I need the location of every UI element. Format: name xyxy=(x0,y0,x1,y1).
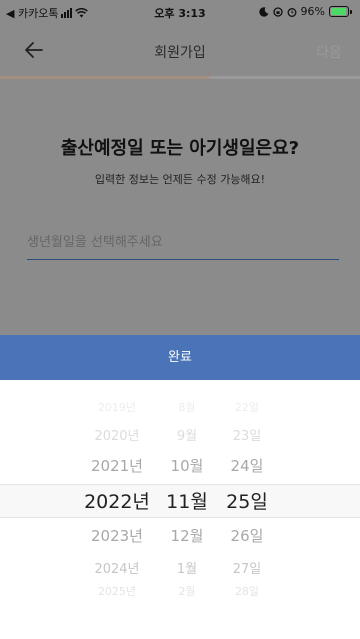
next-button[interactable]: 다음 xyxy=(316,42,342,62)
day-option[interactable]: 23일 xyxy=(220,425,274,444)
day-option[interactable]: 22일 xyxy=(220,399,274,415)
battery-icon xyxy=(329,6,352,17)
birthdate-placeholder: 생년월일을 선택해주세요 xyxy=(27,235,163,250)
rotation-lock-icon xyxy=(272,6,283,17)
status-right: 96% xyxy=(258,5,352,18)
battery-percent: 96% xyxy=(300,5,325,18)
day-option[interactable]: 25일 xyxy=(220,487,274,514)
month-option[interactable]: 12월 xyxy=(162,525,212,546)
month-wheel[interactable]: 8월 9월 10월 11월 12월 1월 2월 xyxy=(162,380,212,639)
month-option[interactable]: 9월 xyxy=(162,425,212,444)
year-option[interactable]: 2019년 xyxy=(82,399,152,415)
question-heading: 출산예정일 또는 아기생일은요? xyxy=(60,138,300,159)
month-option[interactable]: 1월 xyxy=(162,558,212,577)
month-option[interactable]: 11월 xyxy=(162,487,212,514)
year-option[interactable]: 2023년 xyxy=(82,525,152,546)
day-option[interactable]: 27일 xyxy=(220,558,274,577)
nav-bar: 회원가입 다음 xyxy=(0,28,360,74)
page-title: 회원가입 xyxy=(154,45,206,61)
month-option[interactable]: 8월 xyxy=(162,399,212,415)
year-option[interactable]: 2020년 xyxy=(82,425,152,444)
month-option[interactable]: 10월 xyxy=(162,455,212,476)
year-option[interactable]: 2022년 xyxy=(82,487,152,514)
day-option[interactable]: 24일 xyxy=(220,455,274,476)
moon-icon xyxy=(258,6,269,17)
day-option[interactable]: 28일 xyxy=(220,583,274,599)
day-wheel[interactable]: 22일 23일 24일 25일 26일 27일 28일 xyxy=(220,380,274,639)
year-option[interactable]: 2021년 xyxy=(82,455,152,476)
day-option[interactable]: 26일 xyxy=(220,525,274,546)
birthdate-input[interactable]: 생년월일을 선택해주세요 xyxy=(27,226,339,260)
alarm-icon xyxy=(287,7,296,17)
done-button[interactable]: 완료 xyxy=(0,335,360,380)
progress-fill xyxy=(0,76,209,79)
status-bar: ◀ 카카오톡 오후 3:13 96% xyxy=(0,0,360,24)
month-option[interactable]: 2월 xyxy=(162,583,212,599)
date-picker: 2019년 2020년 2021년 2022년 2023년 2024년 2025년 8월 9월… xyxy=(0,380,360,639)
progress-bar xyxy=(0,76,360,79)
year-option[interactable]: 2024년 xyxy=(82,558,152,577)
dimmed-background: ◀ 카카오톡 오후 3:13 96% 회원가입 다음 출산예정일 또는 아기생일… xyxy=(0,0,360,335)
year-option[interactable]: 2025년 xyxy=(82,583,152,599)
year-wheel[interactable]: 2019년 2020년 2021년 2022년 2023년 2024년 2025년 xyxy=(82,380,152,639)
question-subheading: 입력한 정보는 언제든 수정 가능해요! xyxy=(94,173,266,186)
